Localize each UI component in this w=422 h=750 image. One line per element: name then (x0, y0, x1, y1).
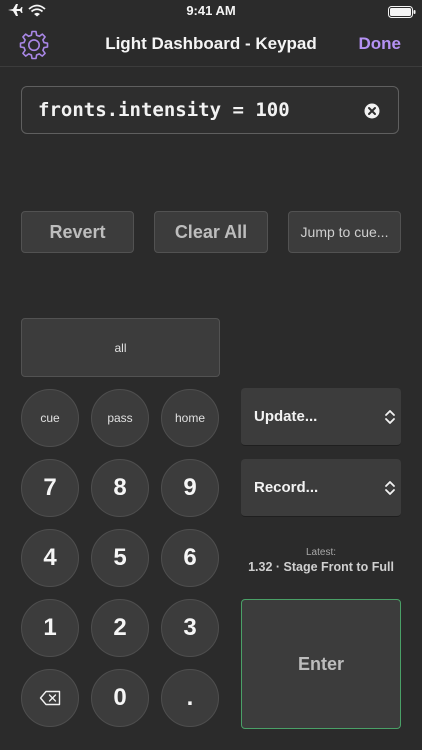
clear-all-button[interactable]: Clear All (154, 211, 268, 253)
nav-bar: Light Dashboard - Keypad Done (0, 22, 422, 67)
all-button[interactable]: all (21, 318, 220, 377)
digit-0-button[interactable]: 0 (91, 669, 149, 727)
command-field[interactable]: fronts.intensity = 100 (21, 86, 399, 134)
close-circle-icon (364, 103, 380, 119)
done-button[interactable]: Done (359, 34, 402, 54)
enter-button[interactable]: Enter (241, 599, 401, 729)
clear-field-button[interactable] (364, 103, 380, 119)
digit-3-button[interactable]: 3 (161, 599, 219, 657)
cue-button[interactable]: cue (21, 389, 79, 447)
record-select-label: Record... (254, 479, 319, 496)
digit-9-button[interactable]: 9 (161, 459, 219, 517)
status-bar: 9:41 AM (0, 0, 422, 22)
status-time: 9:41 AM (186, 3, 236, 18)
update-select-label: Update... (254, 408, 318, 425)
latest-caption: Latest: (305, 547, 337, 558)
chevron-up-down-icon (383, 480, 397, 501)
jump-to-cue-button[interactable]: Jump to cue... (288, 211, 401, 253)
backspace-button[interactable] (21, 669, 79, 727)
chevron-up-down-icon (383, 409, 397, 430)
digit-2-button[interactable]: 2 (91, 599, 149, 657)
command-text: fronts.intensity = 100 (38, 99, 290, 121)
revert-button[interactable]: Revert (21, 211, 134, 253)
backspace-icon (39, 690, 61, 706)
battery-icon (388, 5, 416, 23)
home-button[interactable]: home (161, 389, 219, 447)
digit-5-button[interactable]: 5 (91, 529, 149, 587)
latest-cue-value: 1.32 · Stage Front to Full (248, 560, 394, 574)
digit-4-button[interactable]: 4 (21, 529, 79, 587)
digit-7-button[interactable]: 7 (21, 459, 79, 517)
update-select[interactable]: Update... (241, 388, 401, 446)
record-select[interactable]: Record... (241, 459, 401, 517)
pass-button[interactable]: pass (91, 389, 149, 447)
digit-6-button[interactable]: 6 (161, 529, 219, 587)
decimal-button[interactable]: . (161, 669, 219, 727)
digit-8-button[interactable]: 8 (91, 459, 149, 517)
digit-1-button[interactable]: 1 (21, 599, 79, 657)
